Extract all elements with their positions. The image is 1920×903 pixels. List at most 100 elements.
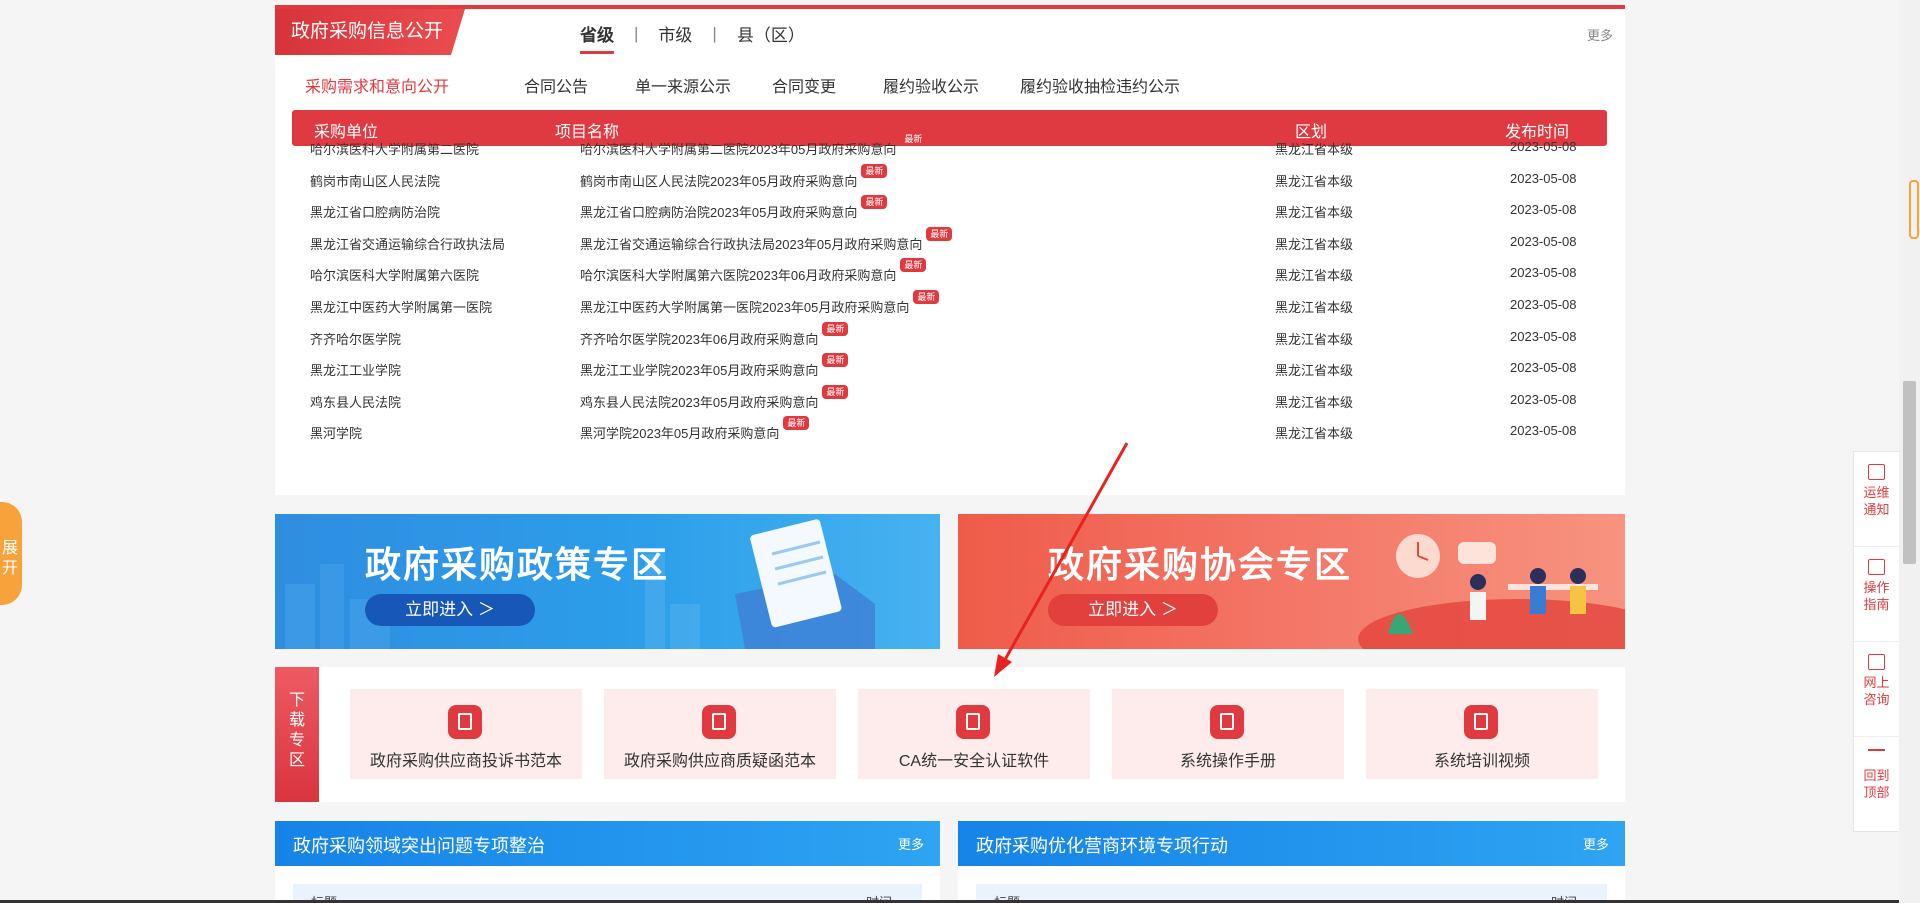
row-project-name[interactable]: 黑河学院2023年05月政府采购意向: [580, 426, 779, 441]
tab-separator: |: [634, 23, 639, 43]
row-unit: 黑龙江中医药大学附属第一医院: [310, 300, 493, 315]
new-badge: 最新: [900, 132, 927, 146]
table-row[interactable]: 黑龙江省交通运输综合行政执法局 黑龙江省交通运输综合行政执法局2023年05月政府…: [275, 226, 1625, 257]
row-unit: 黑龙江工业学院: [310, 363, 402, 379]
table-row[interactable]: 哈尔滨医科大学附属第六医院 哈尔滨医科大学附属第六医院2023年06月政府采购意向…: [275, 257, 1625, 288]
row-unit: 鸡东县人民法院: [310, 394, 402, 410]
row-project-name[interactable]: 鹤岗市南山区人民法院2023年05月政府采购意向: [580, 174, 857, 189]
row-project-name[interactable]: 黑龙江工业学院2023年05月政府采购意向: [580, 363, 818, 378]
tab-contract-notice[interactable]: 合同公告: [524, 73, 588, 97]
float-label: 操作指南: [1863, 580, 1890, 612]
row-unit: 哈尔滨医科大学附属第六医院: [310, 268, 480, 284]
certificate-icon: [956, 705, 990, 739]
row-project-link[interactable]: 齐齐哈尔医学院2023年06月政府采购意向最新: [580, 321, 849, 348]
download-complaint-template[interactable]: 政府采购供应商投诉书范本: [350, 689, 582, 779]
row-project-link[interactable]: 鹤岗市南山区人民法院2023年05月政府采购意向最新: [580, 163, 888, 190]
row-region: 黑龙江省本级: [1275, 394, 1354, 410]
table-row[interactable]: 黑龙江工业学院 黑龙江工业学院2023年05月政府采购意向最新 黑龙江省本级 2023…: [275, 352, 1625, 383]
row-project-link[interactable]: 鸡东县人民法院2023年05月政府采购意向最新: [580, 384, 849, 411]
table-row[interactable]: 鸡东县人民法院 鸡东县人民法院2023年05月政府采购意向最新 黑龙江省本级 2023…: [275, 384, 1625, 415]
chat-icon: [1868, 654, 1885, 670]
row-project-name[interactable]: 黑龙江省口腔病防治院2023年05月政府采购意向: [580, 205, 857, 220]
news-title: 政府采购优化营商环境专项行动: [976, 836, 1228, 856]
row-project-link[interactable]: 哈尔滨医科大学附属第六医院2023年06月政府采购意向最新: [580, 258, 927, 284]
row-date: 2023-05-08: [1510, 360, 1577, 376]
row-project-link[interactable]: 黑河学院2023年05月政府采购意向最新: [580, 416, 810, 442]
tab-contract-change[interactable]: 合同变更: [772, 73, 836, 97]
download-label: 政府采购供应商投诉书范本: [369, 753, 562, 770]
row-project-name[interactable]: 哈尔滨医科大学附属第六医院2023年06月政府采购意向: [580, 268, 896, 283]
row-region: 黑龙江省本级: [1275, 236, 1354, 252]
panel-top-border: [275, 5, 1625, 9]
row-project-name[interactable]: 齐齐哈尔医学院2023年06月政府采购意向: [580, 332, 818, 347]
tab-acceptance-violation[interactable]: 履约验收抽检违约公示: [1020, 73, 1180, 97]
new-badge: 最新: [913, 290, 940, 304]
tag-char: 下: [288, 692, 305, 709]
more-link[interactable]: 更多: [1583, 834, 1609, 853]
table-row[interactable]: 鹤岗市南山区人民法院 鹤岗市南山区人民法院2023年05月政府采购意向最新 黑龙江省…: [275, 163, 1625, 194]
row-project-link[interactable]: 黑龙江省口腔病防治院2023年05月政府采购意向最新: [580, 195, 888, 221]
row-project-link[interactable]: 黑龙江中医药大学附属第一医院2023年05月政府采购意向最新: [580, 290, 940, 316]
row-unit: 哈尔滨医科大学附属第二医院: [310, 142, 480, 157]
row-date: 2023-05-08: [1510, 297, 1577, 312]
row-date: 2023-05-08: [1510, 423, 1577, 439]
tab-procurement-intent[interactable]: 采购需求和意向公开: [305, 73, 449, 97]
new-badge: 最新: [822, 321, 849, 336]
page-scrollbar[interactable]: [1899, 0, 1920, 903]
table-row[interactable]: 黑河学院 黑河学院2023年05月政府采购意向最新 黑龙江省本级 2023-05-08: [275, 415, 1625, 446]
table-row[interactable]: 齐齐哈尔医学院 齐齐哈尔医学院2023年06月政府采购意向最新 黑龙江省本级 2023…: [275, 321, 1625, 352]
row-project-link[interactable]: 黑龙江工业学院2023年05月政府采购意向最新: [580, 353, 849, 379]
table-row[interactable]: 哈尔滨医科大学附属第二医院 哈尔滨医科大学附属第二医院2023年05月政府采购意向…: [275, 131, 1625, 162]
row-project-link[interactable]: 哈尔滨医科大学附属第二医院2023年05月政府采购意向最新: [580, 132, 927, 158]
back-to-top-button[interactable]: 回到顶部: [1854, 749, 1899, 831]
tag-char: 区: [288, 752, 305, 769]
new-badge: 最新: [861, 163, 888, 178]
rectification-news-panel: 政府采购领域突出问题专项整治 更多 标题 时间: [275, 821, 940, 903]
more-link[interactable]: 更多: [1587, 25, 1613, 44]
scrollbar-thumb[interactable]: [1903, 381, 1916, 564]
download-training-video[interactable]: 系统培训视频: [1366, 689, 1598, 779]
tab-separator: |: [712, 23, 717, 43]
row-project-name[interactable]: 黑龙江中医药大学附属第一医院2023年05月政府采购意向: [580, 300, 909, 315]
new-badge: 最新: [926, 226, 953, 241]
row-project-name[interactable]: 黑龙江省交通运输综合行政执法局2023年05月政府采购意向: [580, 237, 922, 252]
row-unit: 黑龙江省交通运输综合行政执法局: [310, 236, 506, 252]
download-ca-software[interactable]: CA统一安全认证软件: [858, 689, 1090, 779]
tab-acceptance-notice[interactable]: 履约验收公示: [883, 73, 979, 97]
row-project-name[interactable]: 哈尔滨医科大学附属第二医院2023年05月政府采购意向: [580, 142, 896, 157]
business-environment-news-panel: 政府采购优化营商环境专项行动 更多 标题 时间: [958, 821, 1625, 903]
expand-char: 开: [1, 560, 18, 577]
tab-provincial[interactable]: 省级: [580, 21, 614, 54]
download-user-manual[interactable]: 系统操作手册: [1112, 689, 1344, 779]
tab-city[interactable]: 市级: [658, 21, 692, 52]
download-label: 政府采购供应商质疑函范本: [623, 753, 816, 770]
row-project-link[interactable]: 黑龙江省交通运输综合行政执法局2023年05月政府采购意向最新: [580, 226, 953, 253]
floating-toolbar: 运维通知 操作指南 网上咨询 回到顶部: [1853, 451, 1900, 832]
policy-banner-title: 政府采购政策专区: [365, 544, 670, 585]
more-link[interactable]: 更多: [898, 834, 924, 853]
policy-enter-button[interactable]: 立即进入 ＞: [365, 594, 535, 626]
news-header: 政府采购领域突出问题专项整治 更多: [275, 821, 940, 866]
expand-tab[interactable]: 展 开: [0, 502, 22, 605]
table-row[interactable]: 黑龙江中医药大学附属第一医院 黑龙江中医药大学附属第一医院2023年05月政府采购…: [275, 289, 1625, 320]
row-unit: 鹤岗市南山区人民法院: [310, 173, 441, 189]
row-project-name[interactable]: 鸡东县人民法院2023年05月政府采购意向: [580, 395, 818, 410]
float-label: 网上咨询: [1863, 675, 1890, 707]
download-zone: 下 载 专 区 政府采购供应商投诉书范本 政府采购供应商质疑函范本 CA统一安全…: [275, 667, 1625, 802]
ops-notice-button[interactable]: 运维通知: [1854, 464, 1899, 547]
row-region: 黑龙江省本级: [1275, 363, 1354, 379]
info-disclosure-panel: 政府采购信息公开 省级 | 市级 | 县（区） 更多 采购需求和意向公开 合同公…: [275, 5, 1625, 495]
float-label: 回到顶部: [1863, 768, 1890, 800]
row-region: 黑龙江省本级: [1275, 300, 1354, 315]
tab-county[interactable]: 县（区）: [737, 21, 805, 52]
policy-zone-banner[interactable]: 政府采购政策专区 立即进入 ＞: [275, 514, 940, 649]
new-badge: 最新: [900, 258, 927, 273]
arrow-up-icon: [1868, 749, 1885, 763]
row-date: 2023-05-08: [1510, 233, 1577, 249]
guide-button[interactable]: 操作指南: [1854, 559, 1899, 642]
tab-single-source[interactable]: 单一来源公示: [635, 73, 731, 97]
online-consult-button[interactable]: 网上咨询: [1854, 654, 1899, 737]
table-row[interactable]: 黑龙江省口腔病防治院 黑龙江省口腔病防治院2023年05月政府采购意向最新 黑龙江省…: [275, 194, 1625, 225]
download-query-template[interactable]: 政府采购供应商质疑函范本: [604, 689, 836, 779]
download-zone-tag: 下 载 专 区: [275, 667, 319, 802]
